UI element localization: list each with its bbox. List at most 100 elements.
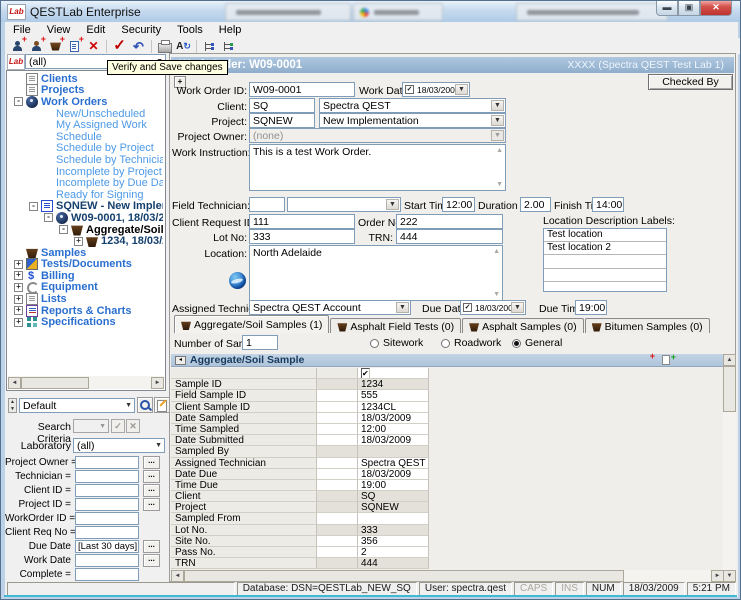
search-field-input[interactable] [75,484,139,497]
grid-row-value[interactable]: 19:00 [358,480,429,491]
browse-button[interactable]: ... [143,484,160,497]
scroll-up-icon[interactable]: ▲ [723,354,736,366]
grid-row-value[interactable]: 12:00 [358,424,429,435]
grid-row-value[interactable]: 333 [358,525,429,536]
grid-row-mid-cell[interactable] [317,558,358,569]
delete-button[interactable]: ✕ [84,38,103,54]
start-time-input[interactable]: 12:00 [442,197,475,212]
scroll-up-icon[interactable]: ▲ [493,248,500,255]
client-name-dropdown[interactable]: Spectra QEST ▼ [319,98,506,113]
project-name-dropdown[interactable]: New Implementation ▼ [319,113,506,128]
lot-no-input[interactable]: 333 [249,229,355,244]
scrollbar-thumb[interactable] [723,366,736,412]
grid-row-value[interactable]: 1234CL [358,402,429,413]
tree-expander[interactable]: + [14,306,23,315]
tree-item[interactable]: Incomplete by Due Date [8,177,163,189]
grid-row-value[interactable]: SQ [358,491,429,502]
grid-row-mid-cell[interactable] [317,547,358,558]
grid-row-value[interactable]: 356 [358,536,429,547]
trn-input[interactable]: 444 [396,229,503,244]
location-description-item[interactable]: Test location [544,229,666,242]
grid-row-mid-cell[interactable] [317,525,358,536]
number-of-samples-input[interactable]: 1 [242,335,278,350]
location-description-item[interactable] [544,282,666,294]
search-field-input[interactable] [75,554,139,567]
grid-row-mid-cell[interactable] [317,379,358,390]
scrollbar-thumb[interactable] [21,377,89,389]
cancel-criteria-button[interactable]: ✕ [126,419,140,433]
location-description-list[interactable]: Test locationTest location 2 [543,228,667,292]
grid-row-mid-cell[interactable] [317,435,358,446]
scrollbar-thumb[interactable] [184,570,624,582]
grid-row-value[interactable]: 18/03/2009 [358,435,429,446]
grid-vertical-scrollbar[interactable]: ▲ ▼ [723,354,736,582]
tree-item[interactable]: Schedule [8,131,163,143]
field-technician-dropdown[interactable]: ▼ [287,197,401,212]
due-date-picker[interactable]: ✓ 18/03/2009 ▼ [460,300,526,315]
tree-item[interactable]: Ready for Signing [8,189,163,201]
order-no-input[interactable]: 222 [396,214,503,229]
search-field-input[interactable] [75,470,139,483]
due-date-checkbox[interactable]: ✓ [463,303,472,312]
sample-tab[interactable]: Asphalt Samples (0) [462,318,584,333]
search-field-input[interactable] [75,568,139,581]
scroll-right-icon[interactable]: ► [151,377,164,389]
radio-option[interactable]: Sitework [370,337,441,349]
menu-item[interactable]: Tools [169,23,211,37]
tree-expander[interactable]: + [74,237,83,246]
tree-item[interactable]: New/Unscheduled [8,108,163,120]
search-field-input[interactable] [75,456,139,469]
scroll-down-icon[interactable]: ▼ [723,570,736,582]
tree-item[interactable]: Schedule by Technician [8,154,163,166]
new-client-button[interactable]: + [8,38,27,54]
column-select-cell[interactable]: ✔ [358,368,429,379]
grid-row-mid-cell[interactable] [317,536,358,547]
tree-item[interactable]: + 1234, 18/03/2009, , [8,235,163,247]
search-field-input[interactable] [75,498,139,511]
browse-button[interactable]: ... [143,456,160,469]
close-button[interactable]: ✕ [700,1,732,16]
project-code-input[interactable]: SQNEW [249,113,315,128]
chevron-down-icon[interactable]: ▼ [511,302,524,313]
tree-expander[interactable]: + [14,283,23,292]
laboratory-dropdown[interactable]: (all) ▼ [73,438,165,453]
scroll-down-icon[interactable]: ▼ [493,291,500,298]
grid-row-mid-cell[interactable] [317,480,358,491]
grid-row-value[interactable]: 2 [358,547,429,558]
add-document-button[interactable]: + [661,355,676,366]
tree-item[interactable]: + Billing [8,270,163,282]
grid-row-value[interactable]: 444 [358,558,429,569]
search-field-input[interactable] [75,526,139,539]
new-sample-button[interactable]: + [46,38,65,54]
edit-search-button[interactable] [154,397,170,413]
tree-expander[interactable]: + [14,295,23,304]
chevron-down-icon[interactable]: ▼ [155,442,162,449]
chevron-down-icon[interactable]: ▼ [386,199,399,210]
tree-item[interactable]: + Lists [8,293,163,305]
tree-item[interactable]: - Aggregate/Soil Samples [8,224,163,236]
tree-detail-button[interactable] [219,38,238,54]
add-sample-button[interactable]: + [640,355,655,366]
work-date-checkbox[interactable]: ✓ [405,85,414,94]
tree-horizontal-scrollbar[interactable]: ◄ ► [8,376,164,389]
radio-option[interactable]: Roadwork [441,337,512,349]
grid-row-value[interactable]: 1234 [358,379,429,390]
search-criteria-dropdown[interactable]: ▼ [73,419,109,433]
sample-tab[interactable]: Asphalt Field Tests (0) [330,318,461,333]
browse-button[interactable]: ... [143,470,160,483]
grid-row-mid-cell[interactable] [317,424,358,435]
grid-row-value[interactable]: 18/03/2009 [358,469,429,480]
grid-row-value[interactable] [358,513,429,524]
grid-horizontal-scrollbar[interactable]: ◄ ► [171,570,724,582]
print-button[interactable] [155,38,174,54]
tree-view-button[interactable] [200,38,219,54]
profile-spinner[interactable]: ▲▼ [8,398,17,413]
sample-tab[interactable]: Bitumen Samples (0) [585,318,710,333]
assigned-technician-dropdown[interactable]: Spectra QEST Account ▼ [249,300,411,315]
chevron-down-icon[interactable]: ▼ [455,84,468,95]
search-field-input[interactable] [75,512,139,525]
tree-item[interactable]: + Reports & Charts [8,305,163,317]
grid-row-mid-cell[interactable] [317,446,358,457]
tree-item[interactable]: Incomplete by Project [8,166,163,178]
grid-row-mid-cell[interactable] [317,390,358,401]
